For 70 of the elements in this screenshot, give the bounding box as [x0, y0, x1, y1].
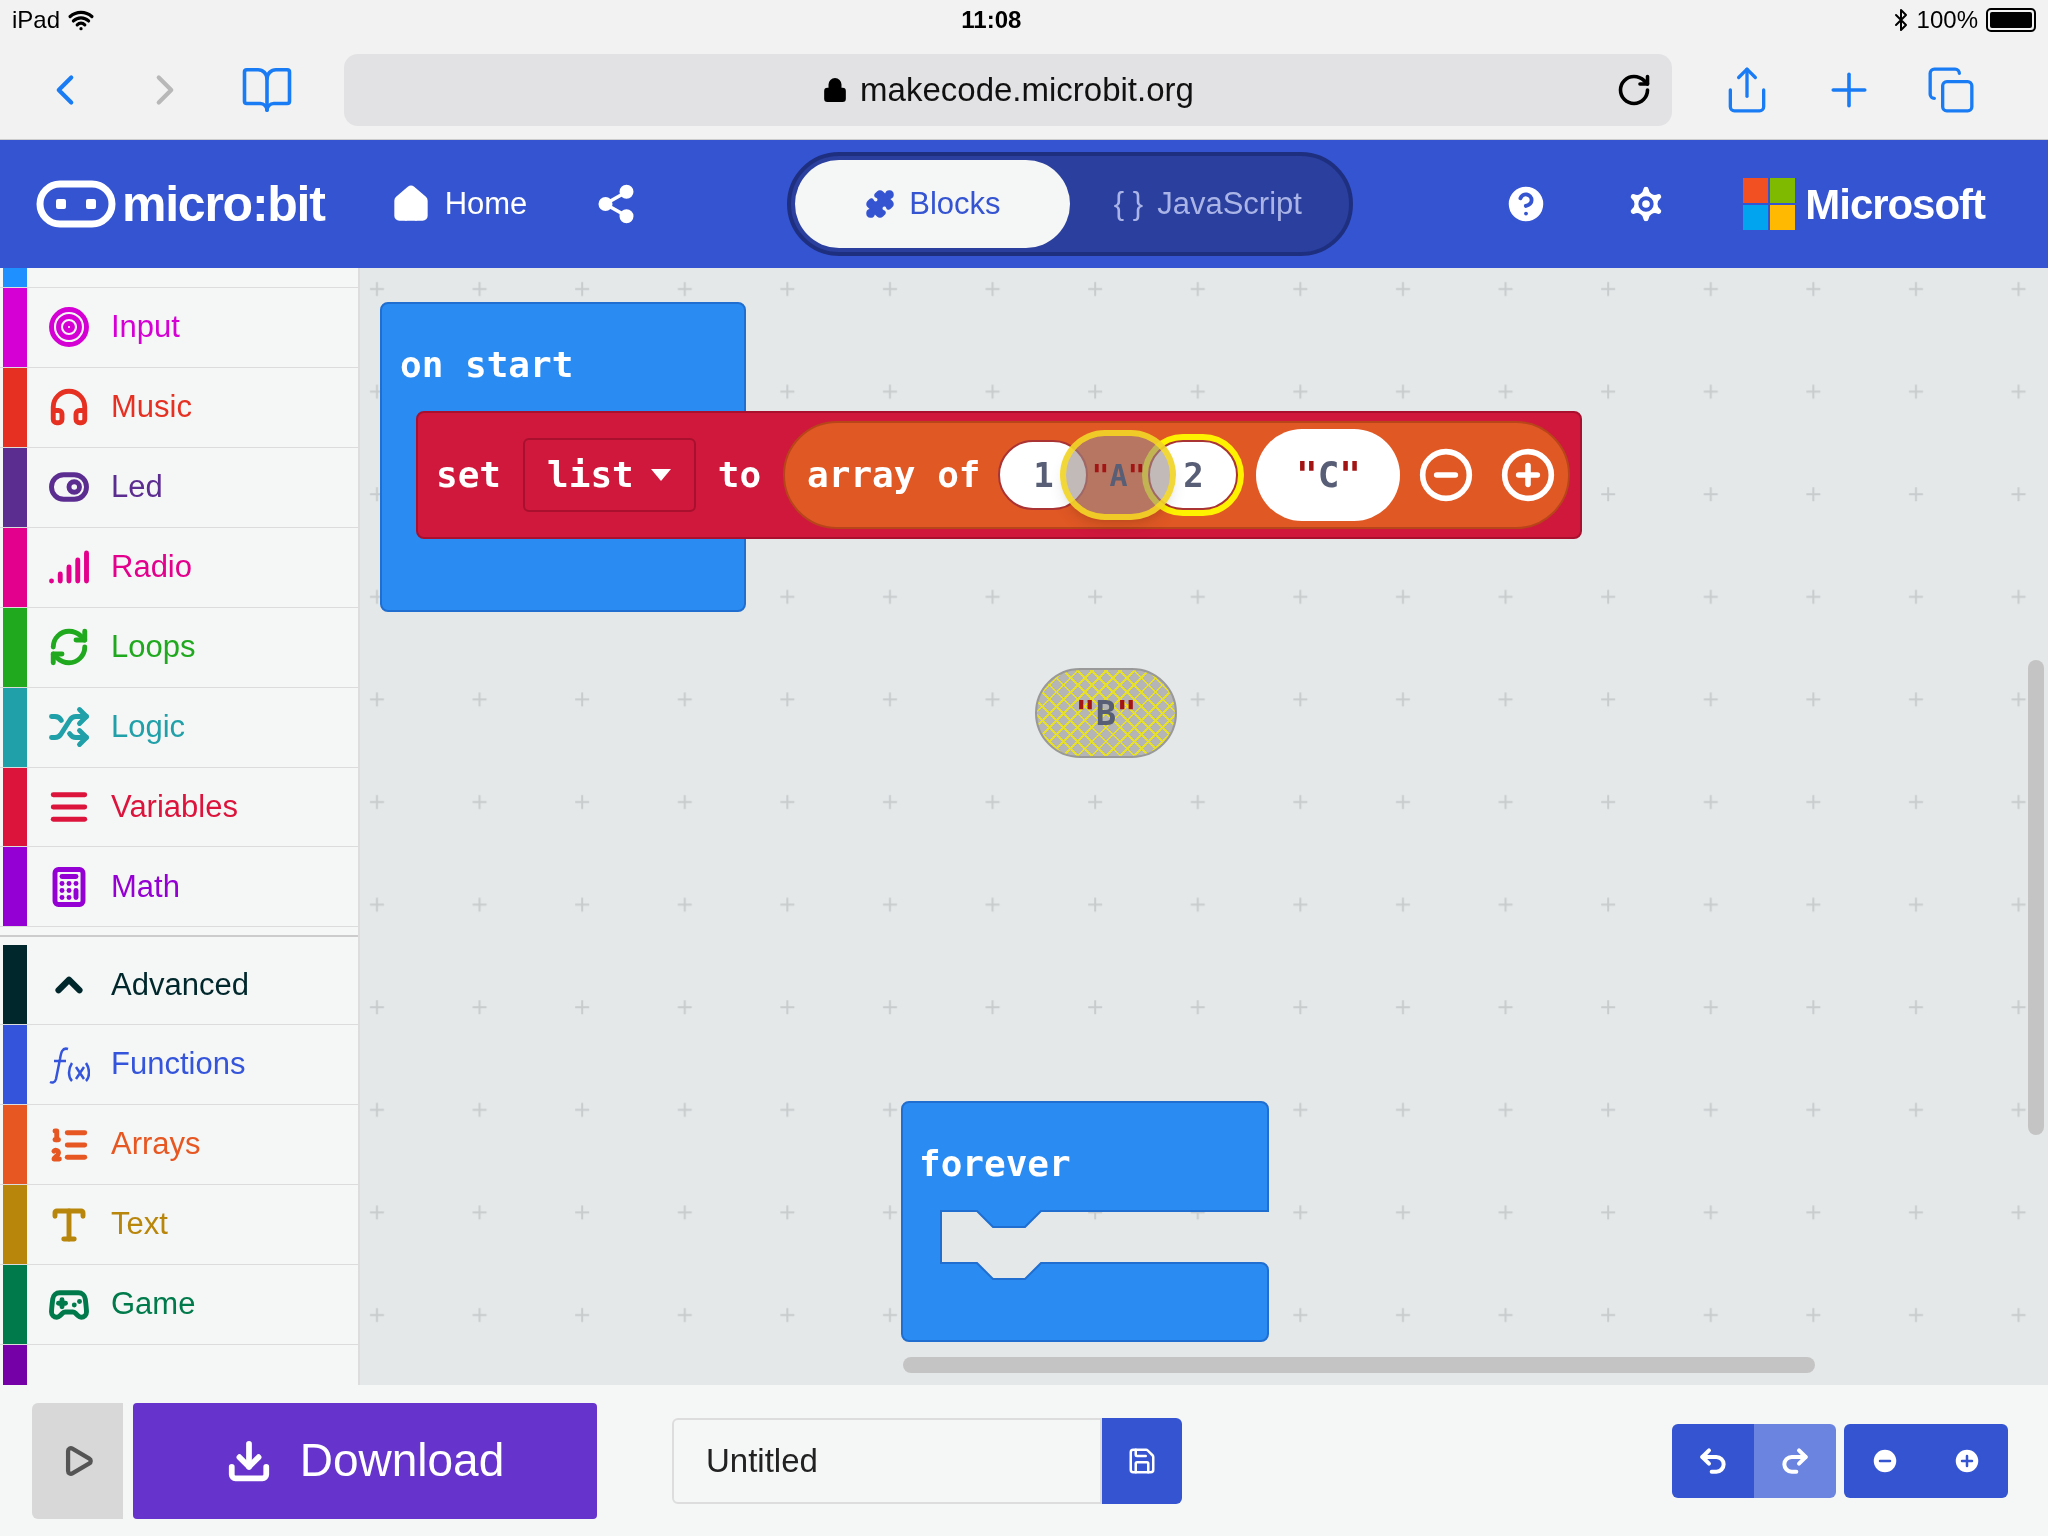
- editor-tab[interactable]: { } JavaScript: [1070, 160, 1346, 248]
- category-item[interactable]: Arrays: [0, 1105, 358, 1186]
- battery-icon: [1986, 8, 2036, 32]
- category-label: Advanced: [111, 965, 249, 1004]
- category-label: Loops: [111, 627, 196, 666]
- category-item[interactable]: Input: [0, 288, 358, 368]
- string-value: "A": [1091, 456, 1146, 495]
- remove-item-icon[interactable]: [1418, 447, 1475, 503]
- category-item[interactable]: Variables: [0, 767, 358, 848]
- brand-text: Microsoft: [1805, 179, 1985, 230]
- add-item-icon[interactable]: [1500, 447, 1557, 503]
- simulator-button[interactable]: [32, 1402, 123, 1519]
- lock-icon: [822, 76, 849, 103]
- category-label: Functions: [111, 1045, 246, 1084]
- category-label: Text: [111, 1205, 168, 1244]
- category-label: Input: [111, 308, 180, 347]
- category-item[interactable]: Radio: [0, 527, 358, 608]
- editor-tab[interactable]: Blocks: [795, 160, 1071, 248]
- category-label: Logic: [111, 707, 186, 746]
- category-item[interactable]: Logic: [0, 687, 358, 768]
- download-button[interactable]: Download: [133, 1402, 597, 1519]
- save-button[interactable]: [1102, 1417, 1182, 1504]
- category-label: Arrays: [111, 1125, 201, 1164]
- clock-time: 11:08: [961, 5, 1022, 35]
- category-item[interactable]: Music: [0, 367, 358, 448]
- forever-block[interactable]: forever: [901, 1101, 1269, 1342]
- address-bar[interactable]: makecode.microbit.org: [344, 53, 1672, 126]
- string-value: "C": [1295, 453, 1361, 497]
- block-label: to: [717, 453, 762, 497]
- shuffle-icon: [48, 706, 90, 749]
- number-slot[interactable]: 1: [998, 440, 1089, 510]
- home-button[interactable]: Home: [390, 180, 528, 228]
- category-label: Game: [111, 1285, 196, 1324]
- category-item[interactable]: Loops: [0, 607, 358, 688]
- category-label: Math: [111, 867, 180, 906]
- set-block[interactable]: set list to array of 1 "A" 2 "C": [416, 411, 1582, 539]
- block-label: set: [436, 453, 502, 497]
- category-item[interactable]: Advanced: [0, 945, 358, 1026]
- function-icon: [48, 1044, 90, 1085]
- microsoft-logo-icon: [1743, 178, 1796, 230]
- category-label: Variables: [111, 787, 238, 826]
- redo-button[interactable]: [1754, 1423, 1836, 1498]
- zoom-in-button[interactable]: [1926, 1423, 2008, 1498]
- microbit-logo-icon: [36, 180, 116, 228]
- string-slot[interactable]: "C": [1256, 429, 1401, 521]
- puzzle-icon: [865, 189, 896, 219]
- array-block[interactable]: array of 1 "A" 2 "C": [783, 421, 1570, 529]
- category-item[interactable]: Functions: [0, 1025, 358, 1106]
- project-name-field[interactable]: Untitled: [672, 1417, 1102, 1504]
- caret-icon: [649, 468, 672, 482]
- device-name: iPad: [12, 5, 61, 35]
- undo-button[interactable]: [1672, 1423, 1754, 1498]
- category-item[interactable]: Game: [0, 1265, 358, 1345]
- category-item[interactable]: Text: [0, 1185, 358, 1266]
- block-label: forever: [919, 1142, 1071, 1186]
- block-label: array of: [807, 453, 981, 497]
- zoom-out-button[interactable]: [1844, 1423, 1926, 1498]
- variable-dropdown[interactable]: list: [523, 438, 696, 512]
- target-icon: [48, 306, 90, 349]
- category-label: Music: [111, 388, 192, 427]
- category-item[interactable]: Led: [0, 447, 358, 528]
- block-label: on start: [400, 343, 574, 387]
- vertical-scrollbar[interactable]: [2028, 660, 2044, 1135]
- category-label: Led: [111, 468, 163, 507]
- battery-percent: 100%: [1916, 5, 1978, 35]
- category-label: Radio: [111, 547, 192, 586]
- horizontal-scrollbar[interactable]: [903, 1357, 1815, 1373]
- category-item[interactable]: Math: [0, 847, 358, 928]
- logo-text: micro:bit: [122, 174, 325, 234]
- url-text: makecode.microbit.org: [860, 69, 1194, 110]
